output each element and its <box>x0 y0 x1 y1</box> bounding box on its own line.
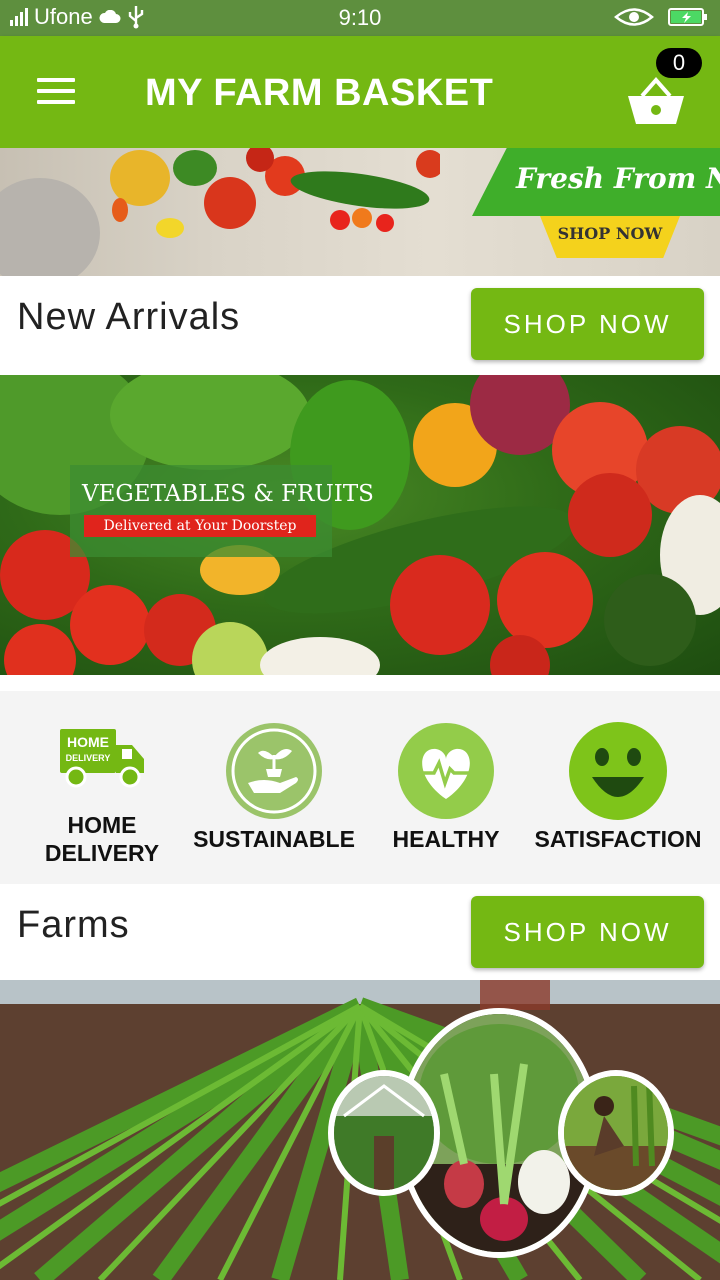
hero-headline: Fresh From Nature <box>516 162 720 195</box>
plant-in-hand-icon <box>226 723 322 819</box>
cutting-board-image <box>0 178 100 276</box>
hero-banner[interactable]: Fresh From Nature SHOP NOW <box>0 148 720 276</box>
farms-header: Farms SHOP NOW <box>0 884 720 980</box>
hero-ribbon: Fresh From Nature <box>472 148 720 216</box>
feature-satisfaction: SATISFACTION <box>532 691 704 884</box>
feature-home-delivery: HOME DELIVERY HOME DELIVERY <box>16 691 188 884</box>
farms-shop-now-button[interactable]: SHOP NOW <box>471 896 704 968</box>
battery-icon <box>668 8 707 26</box>
basket-icon <box>628 76 684 124</box>
eye-icon <box>614 8 654 26</box>
app-title: MY FARM BASKET <box>145 72 494 114</box>
farms-banner[interactable] <box>0 980 720 1280</box>
hero-shop-now-tag[interactable]: SHOP NOW <box>540 216 680 258</box>
features-strip: HOME DELIVERY HOME DELIVERY SUSTAINABLE … <box>0 691 720 884</box>
feature-label-healthy: HEALTHY <box>392 826 500 852</box>
farmer-circle <box>558 1070 674 1196</box>
feature-label-sustainable: SUSTAINABLE <box>193 826 355 852</box>
new-arrivals-title: New Arrivals <box>17 296 241 338</box>
farms-title: Farms <box>17 904 130 946</box>
new-arrivals-shop-now-button[interactable]: SHOP NOW <box>471 288 704 360</box>
cart-button[interactable]: 0 <box>624 48 706 128</box>
delivery-truck-icon: HOME DELIVERY <box>60 729 144 788</box>
new-arrivals-header: New Arrivals SHOP NOW <box>0 276 720 375</box>
feature-label-home: HOME <box>67 812 137 838</box>
feature-label-satisfaction: SATISFACTION <box>534 826 702 852</box>
heart-pulse-icon <box>398 723 494 819</box>
truck-text-delivery: DELIVERY <box>66 753 111 763</box>
smiley-face-icon <box>569 722 667 820</box>
status-bar: Ufone 9:10 <box>0 0 720 36</box>
feature-healthy: HEALTHY <box>360 691 532 884</box>
vegetables-caption: VEGETABLES & FRUITS Delivered at Your Do… <box>70 465 374 557</box>
vegetables-banner-title: VEGETABLES & FRUITS <box>82 481 374 507</box>
feature-label-delivery: DELIVERY <box>44 840 160 866</box>
truck-text-home: HOME <box>67 734 109 750</box>
status-right <box>614 6 708 28</box>
greenhouse-circle <box>328 1070 440 1196</box>
hero-produce-image <box>100 148 444 276</box>
cart-count-badge: 0 <box>656 48 702 78</box>
vegetables-banner[interactable]: VEGETABLES & FRUITS Delivered at Your Do… <box>0 375 720 675</box>
vegetables-banner-subtitle: Delivered at Your Doorstep <box>84 515 316 537</box>
app-bar: MY FARM BASKET 0 <box>0 36 720 148</box>
hamburger-menu-icon[interactable] <box>37 78 75 104</box>
feature-sustainable: SUSTAINABLE <box>188 691 360 884</box>
status-time: 9:10 <box>338 5 382 30</box>
